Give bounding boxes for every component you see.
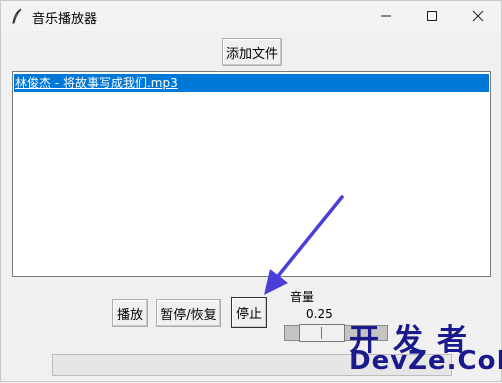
title-bar[interactable]: 音乐播放器	[1, 1, 501, 31]
app-window: 音乐播放器 添加文件 林俊杰 - 将故事写成我们.mp3 播放 暂停/恢复 停止…	[0, 0, 502, 382]
window-title: 音乐播放器	[32, 12, 98, 27]
minimize-icon	[381, 15, 391, 17]
add-file-button[interactable]: 添加文件	[222, 38, 282, 66]
volume-value: 0.25	[306, 307, 333, 321]
playlist-listbox[interactable]: 林俊杰 - 将故事写成我们.mp3	[12, 71, 491, 277]
close-button[interactable]	[455, 1, 501, 31]
watermark-line2: DevZe.CoM	[349, 346, 502, 376]
maximize-button[interactable]	[409, 1, 455, 31]
maximize-icon	[427, 11, 437, 21]
play-button[interactable]: 播放	[112, 299, 148, 327]
volume-slider-thumb[interactable]	[298, 324, 345, 342]
pause-resume-button[interactable]: 暂停/恢复	[156, 299, 221, 327]
annotation-arrow-icon	[264, 195, 344, 295]
feather-icon	[12, 8, 22, 24]
minimize-button[interactable]	[363, 1, 409, 31]
stop-button[interactable]: 停止	[231, 297, 267, 328]
close-icon	[472, 10, 484, 22]
watermark-logo: 开发者 DevZe.CoM	[341, 315, 502, 383]
playlist-item[interactable]: 林俊杰 - 将故事写成我们.mp3	[14, 74, 489, 92]
